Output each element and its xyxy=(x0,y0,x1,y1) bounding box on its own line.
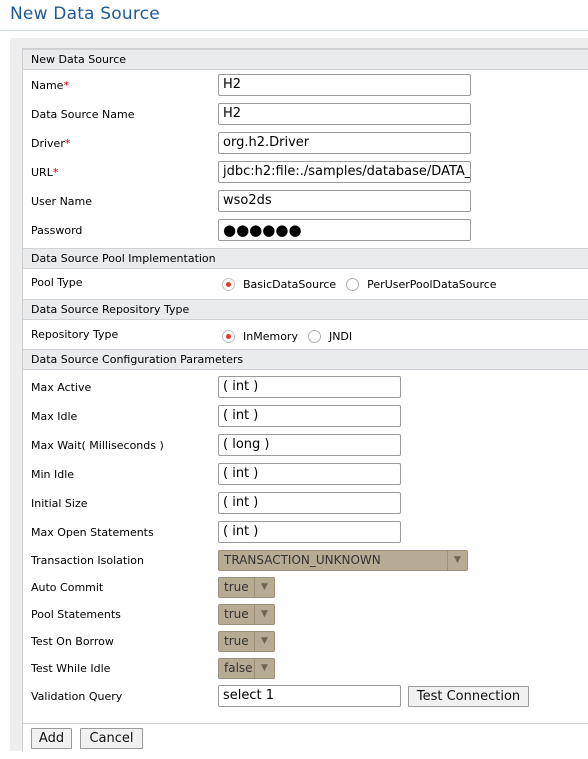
chevron-down-icon: ▼ xyxy=(447,551,467,570)
action-bar: Add Cancel xyxy=(23,723,588,753)
data-source-name-input[interactable]: H2 xyxy=(218,103,471,125)
driver-label-text: Driver xyxy=(31,137,65,150)
chevron-down-icon: ▼ xyxy=(254,605,274,624)
transaction-isolation-value: TRANSACTION_UNKNOWN xyxy=(224,553,381,567)
initial-size-input[interactable]: ( int ) xyxy=(218,492,401,514)
chevron-down-icon: ▼ xyxy=(254,578,274,597)
section-header-configuration-parameters: Data Source Configuration Parameters xyxy=(23,349,588,370)
section-header-new-data-source: New Data Source xyxy=(23,49,588,70)
min-idle-input[interactable]: ( int ) xyxy=(218,463,401,485)
max-wait-label: Max Wait( Milliseconds ) xyxy=(31,439,164,452)
driver-label: Driver* xyxy=(31,137,70,151)
section-title: Data Source Repository Type xyxy=(31,303,190,316)
section-header-repository-type: Data Source Repository Type xyxy=(23,299,588,320)
max-idle-input[interactable]: ( int ) xyxy=(218,405,401,427)
initial-size-label: Initial Size xyxy=(31,497,88,510)
driver-input[interactable]: org.h2.Driver xyxy=(218,132,471,154)
pool-statements-label: Pool Statements xyxy=(31,608,121,621)
user-name-input[interactable]: wso2ds xyxy=(218,190,471,212)
password-label: Password xyxy=(31,224,83,237)
radio-basic-data-source[interactable] xyxy=(222,277,235,291)
validation-query-label: Validation Query xyxy=(31,690,123,703)
repository-type-label: Repository Type xyxy=(31,328,119,341)
auto-commit-label: Auto Commit xyxy=(31,581,104,594)
max-wait-input[interactable]: ( long ) xyxy=(218,434,401,456)
test-while-idle-label: Test While Idle xyxy=(31,662,111,675)
auto-commit-select[interactable]: true ▼ xyxy=(218,577,275,598)
test-while-idle-value: false xyxy=(224,661,253,675)
min-idle-label: Min Idle xyxy=(31,468,75,481)
section-title: Data Source Configuration Parameters xyxy=(31,353,244,366)
max-active-label: Max Active xyxy=(31,381,92,394)
pool-type-label: Pool Type xyxy=(31,276,83,289)
test-connection-button[interactable]: Test Connection xyxy=(408,686,529,707)
max-active-input[interactable]: ( int ) xyxy=(218,376,401,398)
url-input[interactable]: jdbc:h2:file:./samples/database/DATA_S xyxy=(218,161,471,183)
name-label-text: Name xyxy=(31,79,64,92)
form-inner: New Data Source Name* H2 Data Source Nam… xyxy=(22,48,588,753)
cancel-button[interactable]: Cancel xyxy=(80,728,143,749)
url-label: URL* xyxy=(31,166,58,180)
radio-inmemory-label: InMemory xyxy=(243,329,298,343)
transaction-isolation-select[interactable]: TRANSACTION_UNKNOWN ▼ xyxy=(218,550,468,571)
max-idle-label: Max Idle xyxy=(31,410,78,423)
chevron-down-icon: ▼ xyxy=(254,632,274,651)
auto-commit-value: true xyxy=(224,580,249,594)
user-name-label: User Name xyxy=(31,195,93,208)
form-panel: New Data Source Name* H2 Data Source Nam… xyxy=(10,38,588,753)
radio-peruser-label: PerUserPoolDataSource xyxy=(367,277,497,291)
max-open-statements-label: Max Open Statements xyxy=(31,526,154,539)
section-header-pool-implementation: Data Source Pool Implementation xyxy=(23,248,588,269)
radio-jndi[interactable] xyxy=(307,329,321,343)
test-on-borrow-label: Test On Borrow xyxy=(31,635,114,648)
required-mark: * xyxy=(64,137,71,150)
max-open-statements-input[interactable]: ( int ) xyxy=(218,521,401,543)
pool-statements-value: true xyxy=(224,607,249,621)
section-title: New Data Source xyxy=(31,53,127,66)
title-divider xyxy=(0,30,588,31)
validation-query-input[interactable]: select 1 xyxy=(218,685,401,707)
name-input[interactable]: H2 xyxy=(218,74,471,96)
required-mark: * xyxy=(63,79,69,92)
test-on-borrow-select[interactable]: true ▼ xyxy=(218,631,275,652)
pool-type-radio-group: BasicDataSource PerUserPoolDataSource xyxy=(222,277,507,291)
radio-in-memory[interactable] xyxy=(222,329,235,343)
radio-basic-label: BasicDataSource xyxy=(243,277,337,291)
pool-statements-select[interactable]: true ▼ xyxy=(218,604,275,625)
page-title: New Data Source xyxy=(10,4,160,24)
chevron-down-icon: ▼ xyxy=(254,659,274,678)
transaction-isolation-label: Transaction Isolation xyxy=(31,554,144,567)
required-mark: * xyxy=(52,166,59,179)
test-while-idle-select[interactable]: false ▼ xyxy=(218,658,275,679)
add-button[interactable]: Add xyxy=(31,728,72,749)
test-on-borrow-value: true xyxy=(224,634,249,648)
radio-jndi-label: JNDI xyxy=(328,329,353,343)
data-source-name-label: Data Source Name xyxy=(31,108,135,121)
repository-type-radio-group: InMemory JNDI xyxy=(222,329,362,343)
name-label: Name* xyxy=(31,79,69,93)
url-label-text: URL xyxy=(31,166,53,179)
section-title: Data Source Pool Implementation xyxy=(31,252,216,265)
password-input[interactable]: ●●●●●● xyxy=(218,219,471,241)
radio-per-user-pool-data-source[interactable] xyxy=(346,277,360,291)
